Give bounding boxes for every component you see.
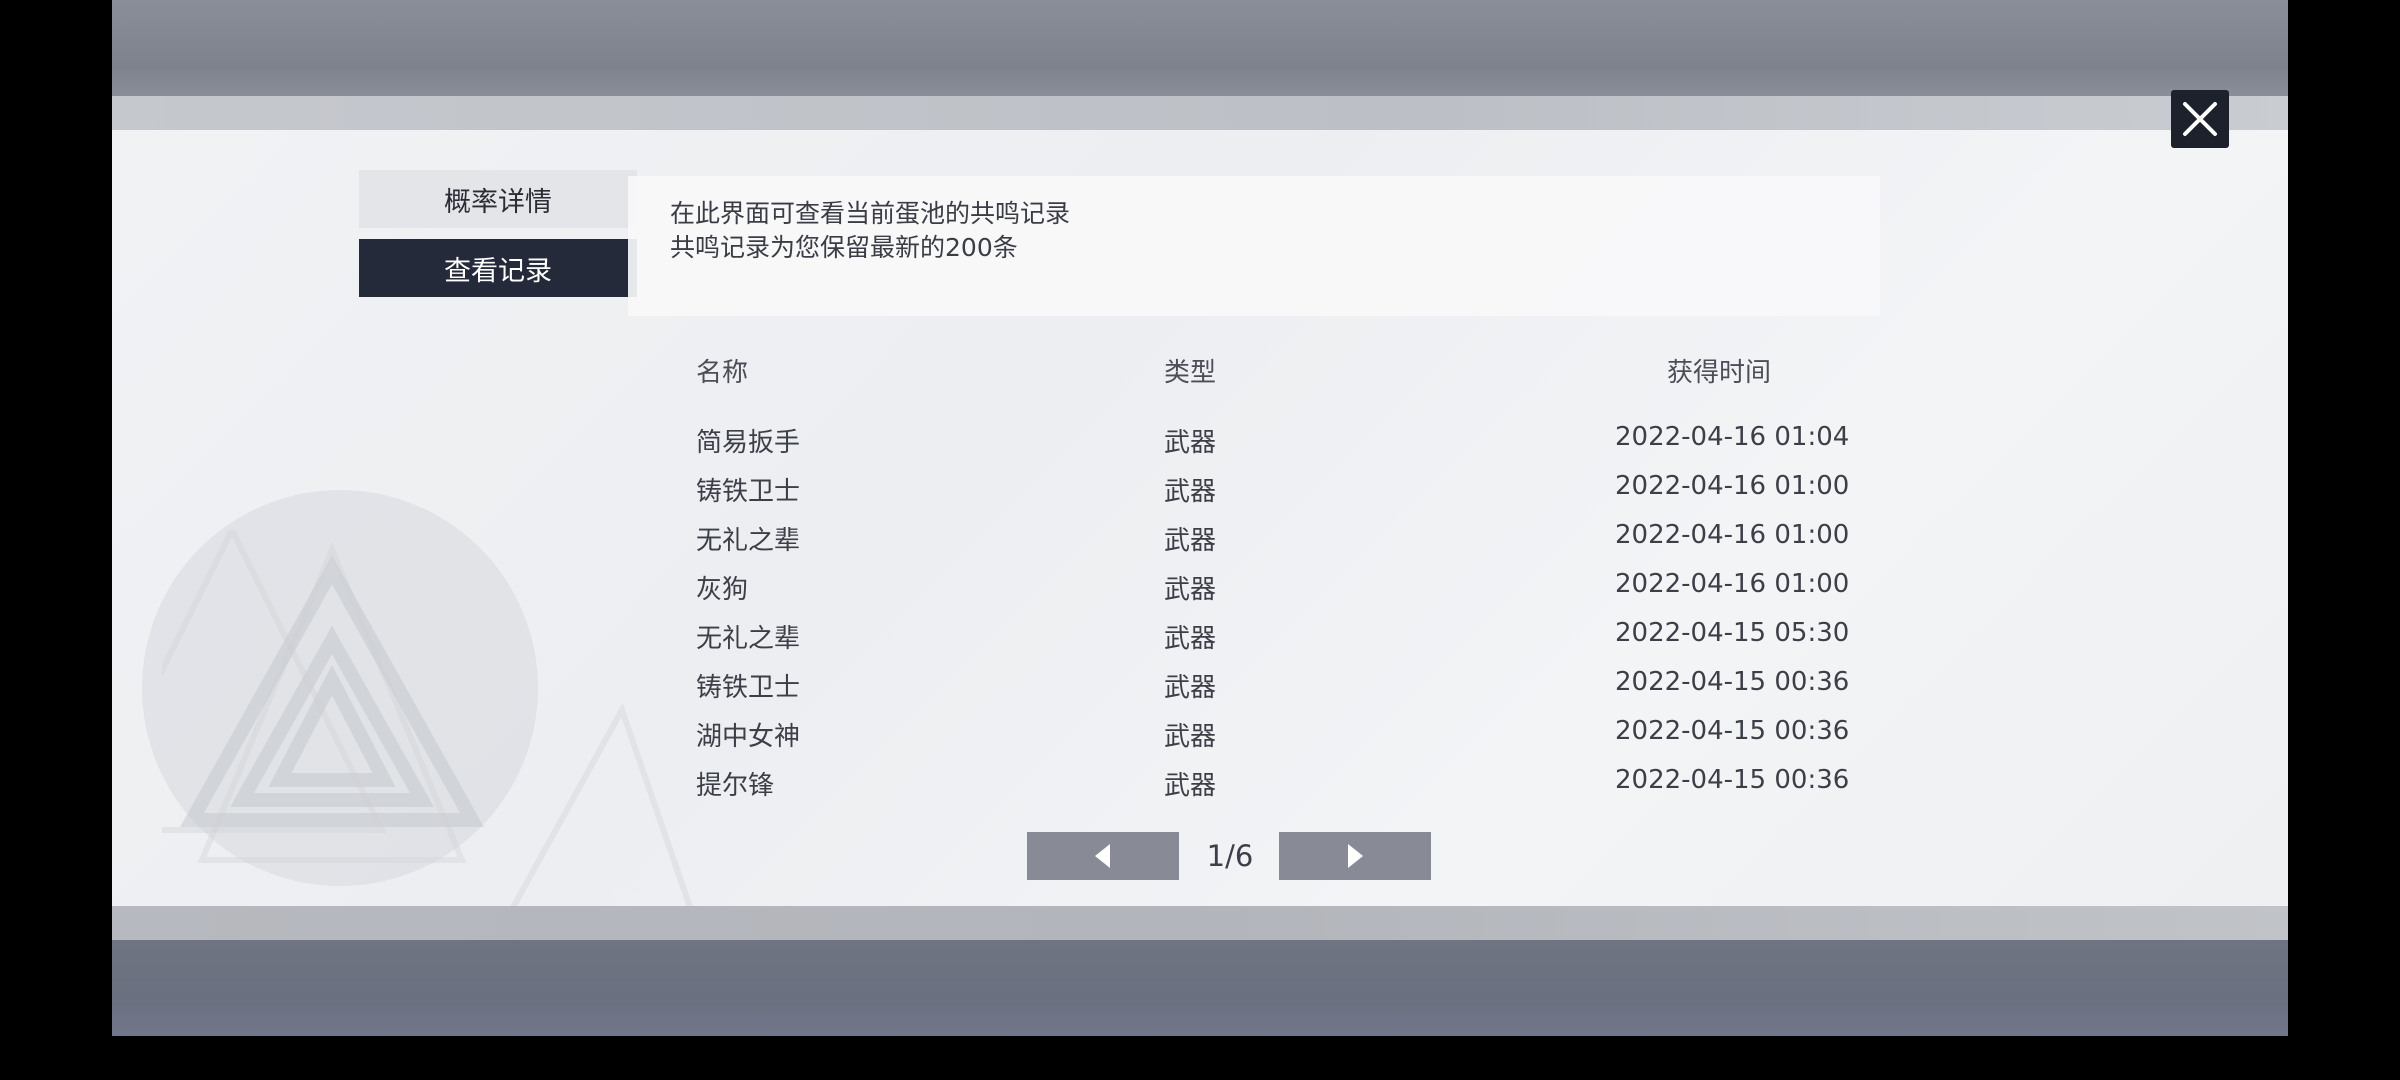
row-name: 无礼之辈: [696, 624, 801, 654]
close-button[interactable]: [2171, 90, 2229, 148]
watermark-triangle-emblem: [162, 530, 693, 906]
row-time: 2022-04-16 01:00: [1615, 569, 1850, 599]
info-box: 在此界面可查看当前蛋池的共鸣记录 共鸣记录为您保留最新的200条: [628, 176, 1880, 316]
row-type: 武器: [1164, 771, 1217, 801]
row-type: 武器: [1164, 428, 1217, 458]
row-name: 铸铁卫士: [696, 673, 801, 703]
row-type: 武器: [1164, 575, 1217, 605]
tab-probability-details[interactable]: 概率详情: [359, 170, 637, 228]
panel-frame-bottom: [112, 906, 2288, 940]
info-text-line-1: 在此界面可查看当前蛋池的共鸣记录: [670, 199, 1071, 228]
row-name: 湖中女神: [696, 722, 801, 752]
info-text-line-2: 共鸣记录为您保留最新的200条: [670, 233, 1018, 262]
row-time: 2022-04-15 00:36: [1615, 716, 1850, 746]
prev-page-button[interactable]: [1027, 832, 1179, 880]
row-type: 武器: [1164, 722, 1217, 752]
tab-view-records[interactable]: 查看记录: [359, 239, 637, 297]
column-header-time: 获得时间: [1667, 358, 1772, 388]
row-name: 铸铁卫士: [696, 477, 801, 507]
column-header-name: 名称: [696, 358, 749, 388]
row-name: 简易扳手: [696, 428, 801, 458]
background-bottom: [112, 940, 2288, 1036]
caret-left-icon: [1095, 844, 1110, 868]
row-time: 2022-04-15 00:36: [1615, 765, 1850, 795]
row-name: 无礼之辈: [696, 526, 801, 556]
close-icon: [2183, 102, 2217, 136]
row-type: 武器: [1164, 673, 1217, 703]
row-type: 武器: [1164, 526, 1217, 556]
row-time: 2022-04-16 01:04: [1615, 422, 1850, 452]
caret-right-icon: [1348, 844, 1363, 868]
row-name: 灰狗: [696, 575, 749, 605]
row-time: 2022-04-15 00:36: [1615, 667, 1850, 697]
row-type: 武器: [1164, 624, 1217, 654]
next-page-button[interactable]: [1279, 832, 1431, 880]
row-time: 2022-04-15 05:30: [1615, 618, 1850, 648]
row-name: 提尔锋: [696, 771, 775, 801]
row-time: 2022-04-16 01:00: [1615, 471, 1850, 501]
column-header-type: 类型: [1164, 358, 1217, 388]
background-top: [112, 0, 2288, 96]
row-time: 2022-04-16 01:00: [1615, 520, 1850, 550]
game-screen: [112, 0, 2288, 1036]
row-type: 武器: [1164, 477, 1217, 507]
page-indicator: 1/6: [1206, 839, 1254, 873]
panel-frame-top: [112, 96, 2288, 130]
